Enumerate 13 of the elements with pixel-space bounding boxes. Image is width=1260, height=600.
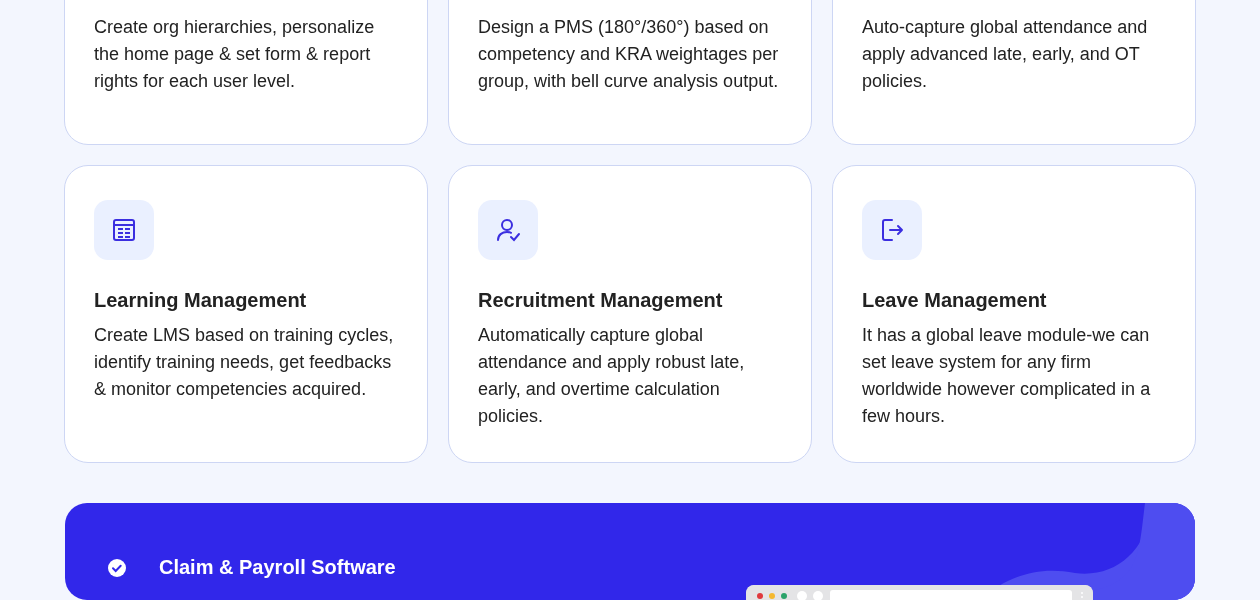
card-title: Learning Management	[94, 288, 308, 313]
banner-title: Claim & Payroll Software	[159, 556, 396, 579]
table-icon	[110, 216, 138, 244]
card-description: Auto-capture global attendance and apply advanced late, early, and OT policies.	[862, 16, 1149, 93]
card-description: Design a PMS (180°/360°) based on competency and KRA weightages per group, with bell curve analysis output.	[478, 16, 780, 93]
card-description: It has a global leave module-we can set leave system for any firm worldwide however complicated in a few hours.	[862, 324, 1152, 428]
card-description: Create org hierarchies, personalize the home page & set form & report rights for each user level.	[94, 16, 376, 93]
card-title: Leave Management	[862, 288, 1048, 313]
card-description: Create LMS based on training cycles, identify training needs, get feedbacks & monitor competencies acquired.	[94, 324, 395, 401]
user-check-icon	[494, 216, 522, 244]
check-circle-icon	[108, 558, 126, 577]
card-description: Automatically capture global attendance and apply robust late, early, and overtime calculation policies.	[478, 324, 746, 428]
card-title: Recruitment Management	[478, 288, 724, 313]
